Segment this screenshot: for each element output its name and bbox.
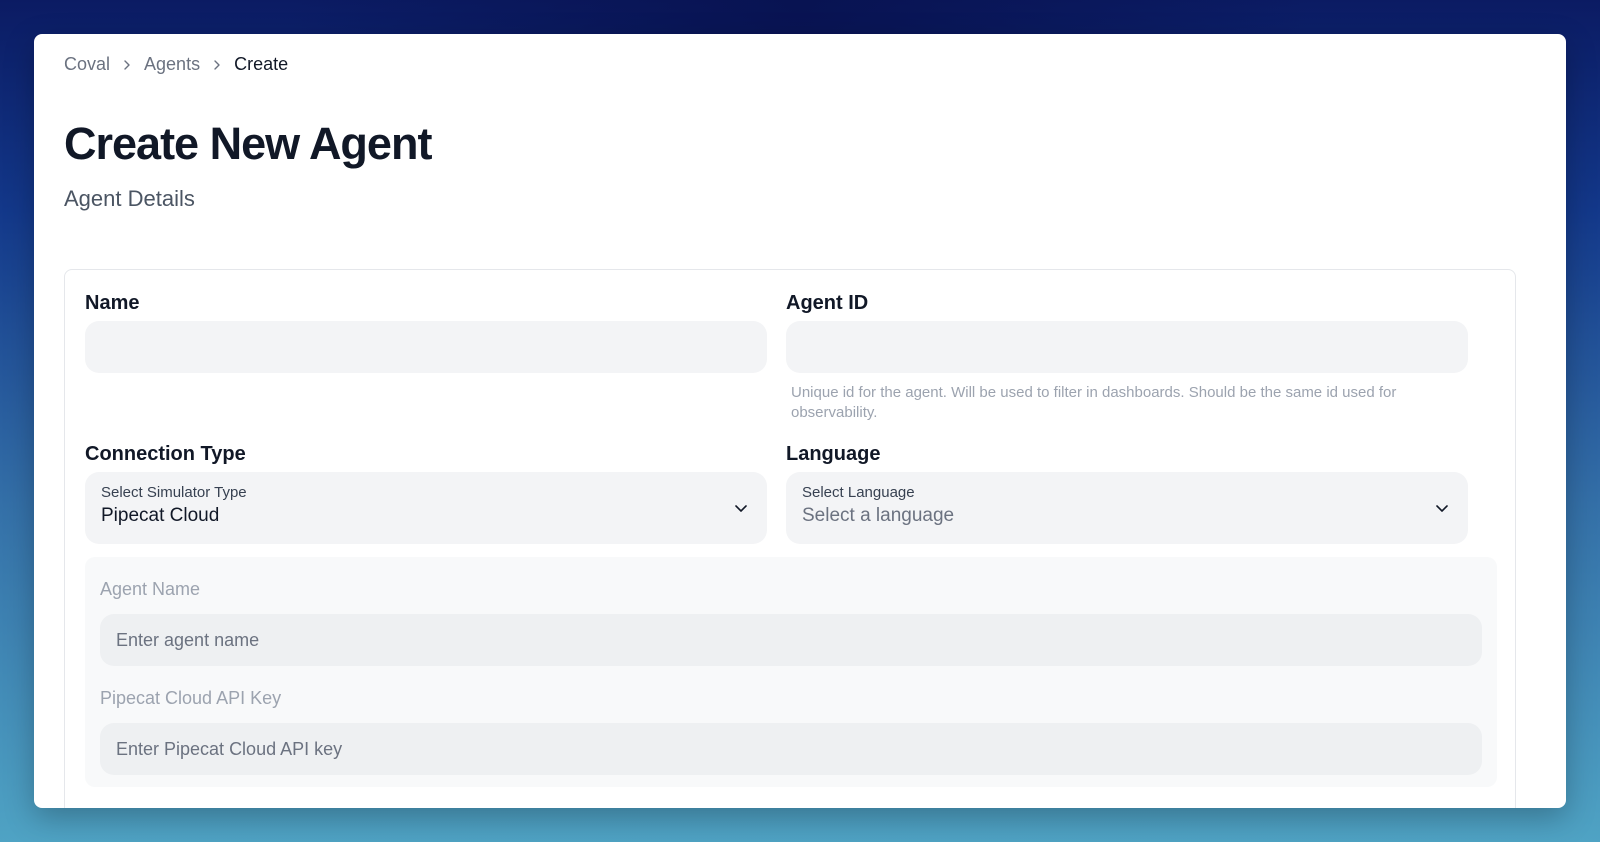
breadcrumb: Coval Agents Create xyxy=(64,54,288,75)
agent-name-label: Agent Name xyxy=(100,579,201,599)
api-key-input[interactable] xyxy=(100,723,1482,775)
app-window: Coval Agents Create Create New Agent Age… xyxy=(34,34,1566,808)
breadcrumb-item-agents[interactable]: Agents xyxy=(144,54,200,75)
agent-id-label: Agent ID xyxy=(786,292,869,314)
chevron-down-icon xyxy=(733,500,749,516)
agent-name-input[interactable] xyxy=(100,614,1482,666)
connection-type-label: Connection Type xyxy=(85,443,246,465)
name-input[interactable] xyxy=(85,321,767,373)
name-label: Name xyxy=(85,292,140,314)
connection-type-selected-value: Pipecat Cloud xyxy=(101,505,220,526)
language-label: Language xyxy=(786,443,881,465)
name-field-group: Name xyxy=(85,292,767,373)
page-title: Create New Agent xyxy=(64,118,432,169)
agent-name-field-group: Agent Name xyxy=(100,579,1482,666)
chevron-right-icon xyxy=(210,58,224,72)
breadcrumb-item-coval[interactable]: Coval xyxy=(64,54,110,75)
agent-id-field-group: Agent ID Unique id for the agent. Will b… xyxy=(786,292,1468,423)
page-subtitle: Agent Details xyxy=(64,186,195,211)
connection-type-field-group: Connection Type Select Simulator Type Pi… xyxy=(85,443,767,544)
connection-type-select[interactable]: Select Simulator Type Pipecat Cloud xyxy=(85,472,767,544)
agent-id-input[interactable] xyxy=(786,321,1468,373)
language-select-label: Select Language xyxy=(802,484,915,501)
language-select[interactable]: Select Language Select a language xyxy=(786,472,1468,544)
api-key-label: Pipecat Cloud API Key xyxy=(100,688,282,708)
agent-id-help-text: Unique id for the agent. Will be used to… xyxy=(791,384,1397,421)
chevron-right-icon xyxy=(120,58,134,72)
api-key-field-group: Pipecat Cloud API Key xyxy=(100,688,1482,775)
chevron-down-icon xyxy=(1434,500,1450,516)
language-selected-value: Select a language xyxy=(802,505,955,526)
pipecat-settings-panel: Agent Name Pipecat Cloud API Key xyxy=(85,557,1497,787)
breadcrumb-item-current: Create xyxy=(234,54,289,74)
agent-form-card: Name Agent ID Unique id for the agent. W… xyxy=(64,269,1516,808)
language-field-group: Language Select Language Select a langua… xyxy=(786,443,1468,544)
connection-type-select-label: Select Simulator Type xyxy=(101,484,247,501)
